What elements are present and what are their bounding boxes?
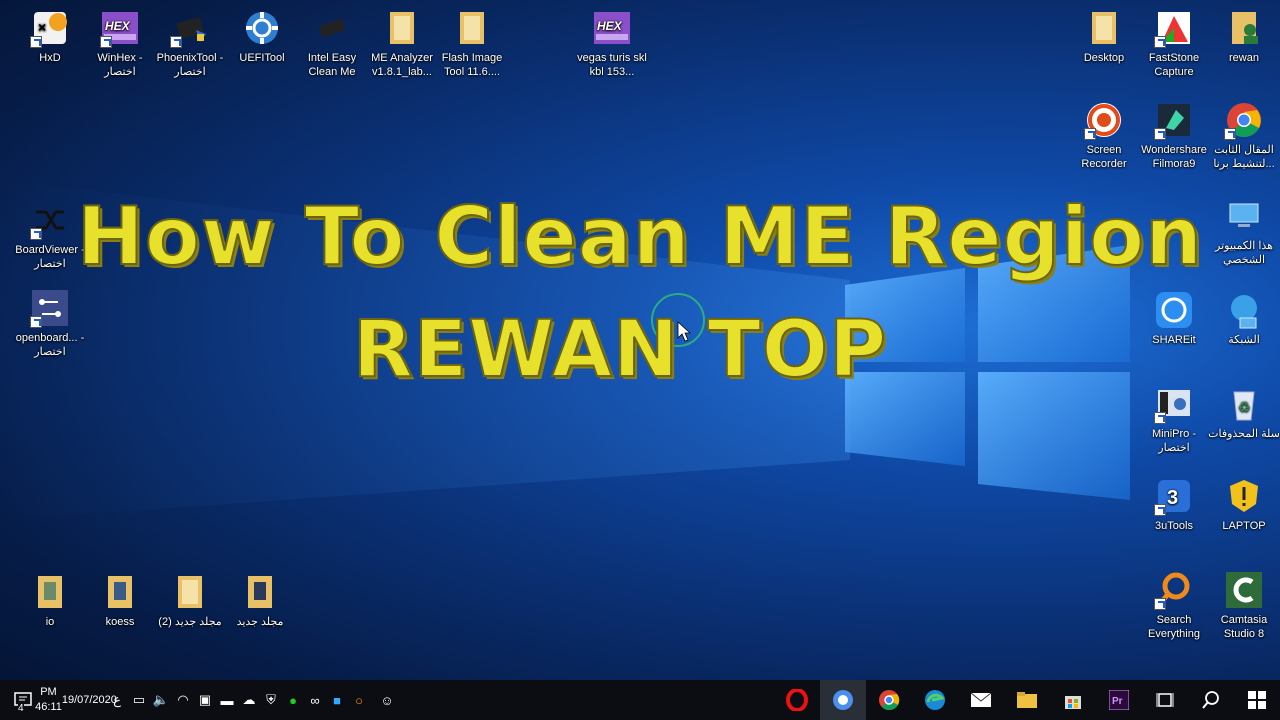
- folder-icon: [100, 572, 140, 612]
- folder-icon: [452, 8, 492, 48]
- threeu-icon-item[interactable]: 3 3uTools: [1138, 476, 1210, 533]
- intel-icon-item[interactable]: Intel Easy Clean Me: [296, 8, 368, 79]
- meanalyzer-icon-item[interactable]: ME Analyzer v1.8.1_lab...: [366, 8, 438, 79]
- flashimage-icon-item[interactable]: Flash Image Tool 11.6....: [436, 8, 508, 79]
- winhex-icon: HEX: [100, 8, 140, 48]
- hxd-icon: ×: [30, 8, 70, 48]
- opera-taskbar-button[interactable]: [774, 680, 820, 720]
- search-icon: [1202, 691, 1219, 709]
- svg-text:♻: ♻: [1238, 400, 1251, 416]
- io-folder-item[interactable]: io: [14, 572, 86, 629]
- chip-icon: [312, 8, 352, 48]
- search-icon: [1154, 570, 1194, 610]
- windows-icon: [1248, 691, 1266, 709]
- overlay-title: How To Clean ME Region: [76, 189, 1204, 284]
- start-button[interactable]: [1234, 680, 1280, 720]
- svg-text:3: 3: [1167, 487, 1178, 509]
- search-everything-item[interactable]: Search Everything: [1138, 570, 1210, 641]
- camtasia-icon: [1224, 570, 1264, 610]
- faststone-icon: [1154, 8, 1194, 48]
- language-indicator[interactable]: ع: [106, 680, 128, 720]
- chrome-icon: [833, 690, 853, 710]
- edge-taskbar-button[interactable]: [912, 680, 958, 720]
- svg-text:HEX: HEX: [597, 19, 623, 33]
- rewan-user-item[interactable]: rewan: [1208, 8, 1280, 65]
- task-view-icon: [1156, 693, 1174, 707]
- wifi-icon[interactable]: ◠: [172, 680, 194, 720]
- folder-icon: [240, 572, 280, 612]
- uefitool-icon-item[interactable]: UEFITool: [226, 8, 298, 65]
- edge-icon: [925, 690, 945, 710]
- user-folder-icon: [1224, 8, 1264, 48]
- chrome-shortcut-item[interactable]: المقال الثابت لتنشيط برنا...: [1208, 100, 1280, 171]
- chrome-icon: [1224, 100, 1264, 140]
- threeu-icon: 3: [1154, 476, 1194, 516]
- camtasia-icon-item[interactable]: Camtasia Studio 8: [1208, 570, 1280, 641]
- winhex-icon-item[interactable]: HEX WinHex - اختصار: [84, 8, 156, 79]
- search-tray-icon[interactable]: ○: [348, 680, 370, 720]
- koess-folder-item[interactable]: koess: [84, 572, 156, 629]
- link-tray-icon[interactable]: ∞: [304, 680, 326, 720]
- action-center-button[interactable]: 4: [0, 680, 46, 720]
- task-view-button[interactable]: [1142, 680, 1188, 720]
- volume-icon[interactable]: 🔈: [150, 680, 172, 720]
- hxd-icon-item[interactable]: × HxD: [14, 8, 86, 65]
- folder-icon: [1017, 692, 1037, 708]
- chrome2-taskbar-button[interactable]: [866, 680, 912, 720]
- explorer-taskbar-button[interactable]: [1004, 680, 1050, 720]
- premiere-taskbar-button[interactable]: Pr: [1096, 680, 1142, 720]
- security-icon[interactable]: ⛨: [260, 680, 282, 720]
- folder-icon: [170, 572, 210, 612]
- filmora-icon-item[interactable]: Wondershare Filmora9: [1138, 100, 1210, 171]
- gear-icon: [242, 8, 282, 48]
- premiere-icon: Pr: [1109, 690, 1129, 710]
- taskbar: 4 PM 46:11 19/07/2020 ع ▭ 🔈 ◠ ▣ ▬ ☁ ⛨ ● …: [0, 680, 1280, 720]
- warning-shield-icon: [1224, 476, 1264, 516]
- mail-icon: [970, 692, 992, 707]
- svg-text:Pr: Pr: [1112, 696, 1123, 707]
- chrome-icon: [879, 690, 900, 711]
- desktop-folder-item[interactable]: Desktop: [1068, 8, 1140, 65]
- green-tray-icon[interactable]: ●: [282, 680, 304, 720]
- notification-count: 4: [18, 703, 24, 714]
- filmora-icon: [1154, 100, 1194, 140]
- people-icon[interactable]: ☺: [376, 680, 398, 720]
- opera-icon: [786, 689, 808, 711]
- store-icon: [1065, 696, 1081, 709]
- folder-icon: [1084, 8, 1124, 48]
- laptop-icon-item[interactable]: LAPTOP: [1208, 476, 1280, 533]
- new-folder-2-item[interactable]: مجلد جديد (2): [154, 572, 226, 629]
- phoenix-icon-item[interactable]: PhoenixTool - اختصار: [154, 8, 226, 79]
- svg-text:×: ×: [38, 19, 46, 35]
- new-folder-item[interactable]: مجلد جديد: [224, 572, 296, 629]
- battery-icon[interactable]: ▭: [128, 680, 150, 720]
- mail-taskbar-button[interactable]: [958, 680, 1004, 720]
- onedrive-icon[interactable]: ☁: [238, 680, 260, 720]
- clock[interactable]: PM 46:11 19/07/2020: [35, 680, 117, 720]
- monitor-tray-icon[interactable]: ▬: [216, 680, 238, 720]
- camera-tray-icon[interactable]: ■: [326, 680, 348, 720]
- winhex-icon: HEX: [592, 8, 632, 48]
- chrome-taskbar-button[interactable]: [820, 680, 866, 720]
- faststone-icon-item[interactable]: FastStone Capture: [1138, 8, 1210, 79]
- record-icon: [1084, 100, 1124, 140]
- store-taskbar-button[interactable]: [1050, 680, 1096, 720]
- svg-text:HEX: HEX: [105, 19, 131, 33]
- vegas-icon-item[interactable]: HEX vegas turis skl kbl 153...: [576, 8, 648, 79]
- folder-icon: [382, 8, 422, 48]
- app-tray-icon[interactable]: ▣: [194, 680, 216, 720]
- folder-icon: [30, 572, 70, 612]
- overlay-subtitle: REWAN TOP: [352, 304, 888, 396]
- screenrec-icon-item[interactable]: Screen Recorder: [1068, 100, 1140, 171]
- search-taskbar-button[interactable]: [1188, 680, 1234, 720]
- chip-icon: [170, 8, 210, 48]
